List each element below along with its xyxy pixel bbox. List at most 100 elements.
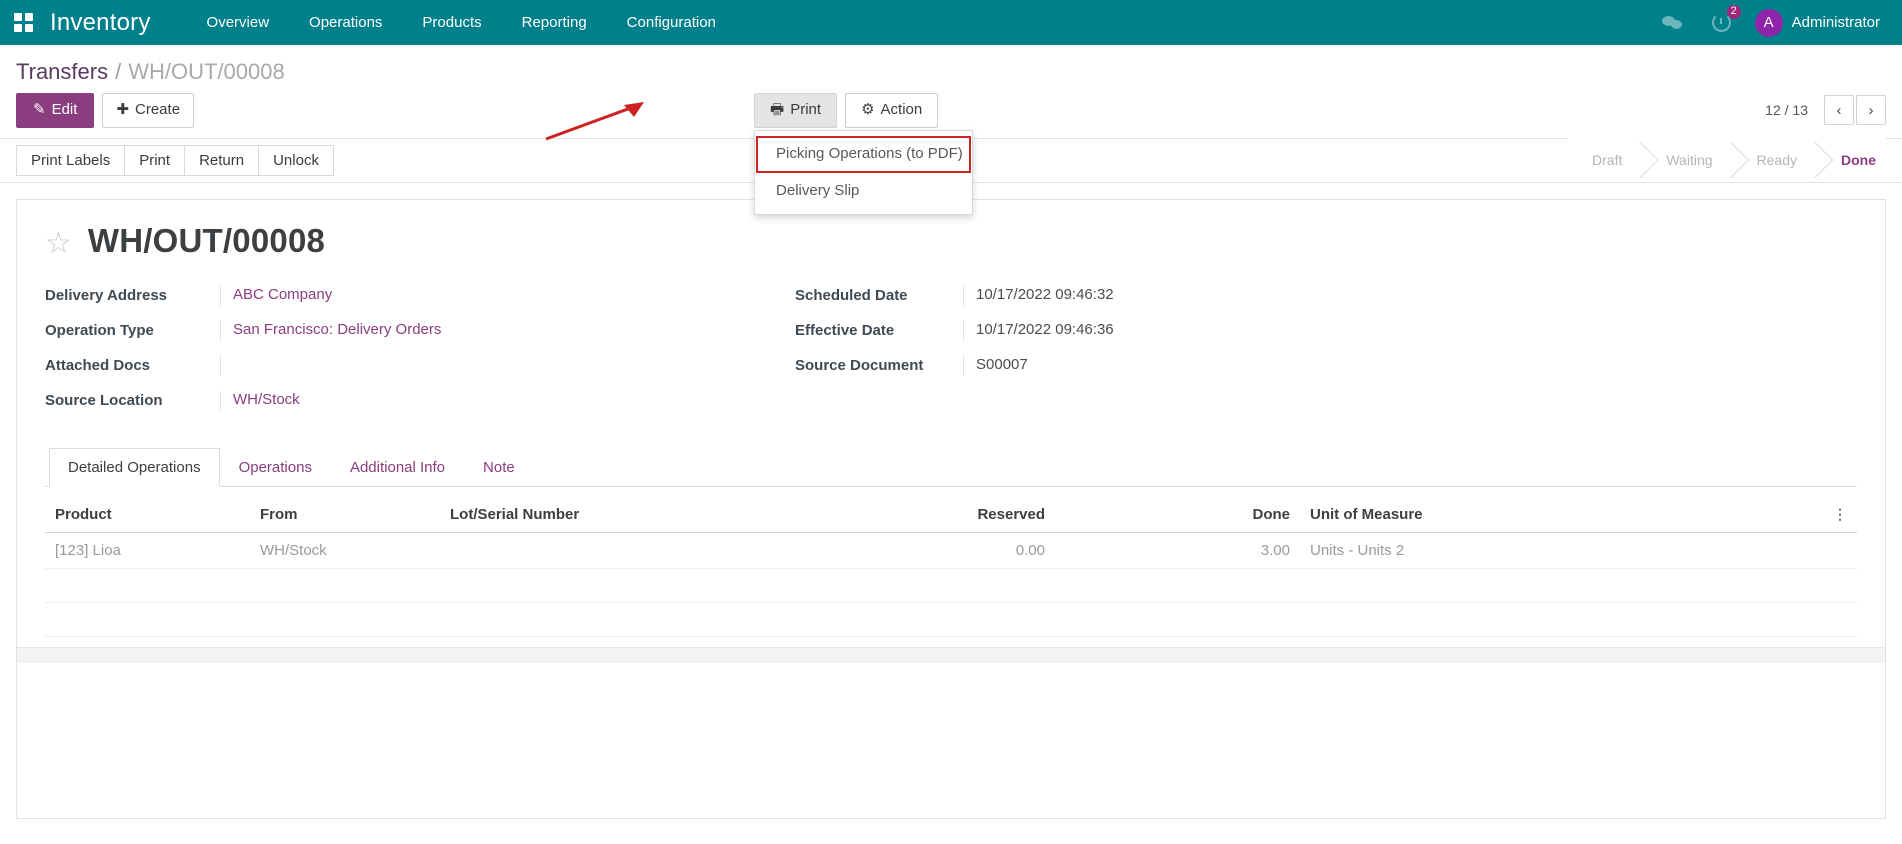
column-header-done[interactable]: Done (1055, 497, 1300, 533)
page-title: WH/OUT/00008 (88, 222, 325, 260)
avatar: A (1755, 9, 1783, 37)
menu-item-delivery-slip[interactable]: Delivery Slip (755, 174, 972, 209)
control-panel: Transfers / WH/OUT/00008 ✎ Edit ✚ Create 🖶… (0, 45, 1902, 139)
chat-bubble-icon (1662, 14, 1684, 32)
pager-next-button[interactable]: › (1856, 95, 1886, 125)
edit-button-label: Edit (52, 101, 78, 118)
menu-item-configuration[interactable]: Configuration (607, 0, 736, 45)
edit-button[interactable]: ✎ Edit (16, 93, 94, 128)
breadcrumb-separator: / (115, 59, 121, 85)
form-column-left: Delivery Address ABC Company Operation T… (45, 286, 795, 426)
menu-item-picking-operations-pdf[interactable]: Picking Operations (to PDF) (757, 137, 970, 172)
field-value-effective-date: 10/17/2022 09:46:36 (963, 321, 1857, 341)
tab-detailed-operations[interactable]: Detailed Operations (49, 448, 220, 487)
breadcrumb: Transfers / WH/OUT/00008 (0, 45, 1902, 85)
cell-lot-serial[interactable] (440, 532, 810, 568)
status-pipeline: Draft Waiting Ready Done (1568, 138, 1886, 182)
action-dropdown-button[interactable]: ⚙ Action (845, 93, 938, 128)
print-dropdown-menu: Picking Operations (to PDF) Delivery Sli… (754, 130, 973, 215)
field-source-location: Source Location WH/Stock (45, 391, 795, 411)
field-value-delivery-address[interactable]: ABC Company (220, 286, 795, 306)
return-button[interactable]: Return (184, 145, 258, 176)
column-header-from[interactable]: From (250, 497, 440, 533)
breadcrumb-root[interactable]: Transfers (16, 59, 108, 85)
field-label-scheduled-date: Scheduled Date (795, 286, 963, 304)
cell-uom[interactable]: Units - Units 2 (1300, 532, 1823, 568)
field-label-effective-date: Effective Date (795, 321, 963, 339)
tab-note[interactable]: Note (464, 448, 534, 487)
title-row: ☆ WH/OUT/00008 (45, 222, 1857, 260)
action-button-label: Action (881, 101, 923, 118)
create-button[interactable]: ✚ Create (102, 93, 194, 128)
field-value-source-location[interactable]: WH/Stock (220, 391, 795, 411)
main-menu: Overview Operations Products Reporting C… (187, 0, 736, 45)
form-fields: Delivery Address ABC Company Operation T… (45, 286, 1857, 426)
field-label-attached-docs: Attached Docs (45, 356, 220, 374)
annotation-arrow (540, 99, 650, 144)
form-column-right: Scheduled Date 10/17/2022 09:46:32 Effec… (795, 286, 1857, 426)
column-options-icon[interactable]: ⋮ (1823, 497, 1857, 533)
form-sheet: ☆ WH/OUT/00008 Delivery Address ABC Comp… (16, 199, 1886, 819)
cell-reserved[interactable]: 0.00 (810, 532, 1055, 568)
menu-item-overview[interactable]: Overview (187, 0, 290, 45)
table-body: [123] Lioa WH/Stock 0.00 3.00 Units - Un… (45, 532, 1857, 636)
activities-button[interactable]: 2 (1698, 0, 1745, 45)
table-empty-row (45, 568, 1857, 602)
pager-value: 12 / 13 (1765, 102, 1808, 118)
sheet-background: ☆ WH/OUT/00008 Delivery Address ABC Comp… (0, 183, 1902, 819)
field-value-attached-docs (220, 356, 795, 376)
sheet-footer-strip (17, 647, 1885, 663)
column-header-unit-of-measure[interactable]: Unit of Measure (1300, 497, 1823, 533)
print-action-group: 🖶Print ⚙Action Picking Operations (to PD… (754, 93, 938, 128)
print-dropdown-button[interactable]: 🖶Print (754, 93, 837, 128)
notebook: Detailed Operations Operations Additiona… (45, 448, 1857, 663)
breadcrumb-current: WH/OUT/00008 (128, 59, 285, 85)
table-empty-row (45, 602, 1857, 636)
tab-operations[interactable]: Operations (220, 448, 331, 487)
field-label-source-document: Source Document (795, 356, 963, 374)
unlock-button[interactable]: Unlock (258, 145, 334, 176)
menu-item-products[interactable]: Products (402, 0, 501, 45)
field-label-source-location: Source Location (45, 391, 220, 409)
menu-item-reporting[interactable]: Reporting (502, 0, 607, 45)
tab-additional-info[interactable]: Additional Info (331, 448, 464, 487)
menu-item-operations[interactable]: Operations (289, 0, 402, 45)
create-button-label: Create (135, 101, 180, 118)
cell-options (1823, 532, 1857, 568)
control-buttons-row: ✎Edit ✚Create 🖶Print ⚙Action Picking Ope… (0, 85, 1902, 138)
pager: 12 / 13 ‹ › (1765, 95, 1886, 125)
notebook-tabs: Detailed Operations Operations Additiona… (45, 448, 1857, 487)
cell-done[interactable]: 3.00 (1055, 532, 1300, 568)
field-value-scheduled-date: 10/17/2022 09:46:32 (963, 286, 1857, 306)
apps-grid-icon[interactable] (14, 13, 34, 33)
pager-previous-button[interactable]: ‹ (1824, 95, 1854, 125)
field-scheduled-date: Scheduled Date 10/17/2022 09:46:32 (795, 286, 1857, 306)
navbar-right: 2 A Administrator (1648, 0, 1880, 45)
cell-from[interactable]: WH/Stock (250, 532, 440, 568)
messages-button[interactable] (1648, 0, 1698, 45)
operations-table: Product From Lot/Serial Number Reserved … (45, 497, 1857, 637)
print-button[interactable]: Print (124, 145, 184, 176)
column-header-lot-serial-number[interactable]: Lot/Serial Number (440, 497, 810, 533)
top-navbar: Inventory Overview Operations Products R… (0, 0, 1902, 45)
star-outline-icon[interactable]: ☆ (45, 229, 72, 259)
plus-icon: ✚ (116, 101, 129, 120)
activity-count-badge: 2 (1727, 5, 1741, 19)
gear-icon: ⚙ (861, 101, 874, 120)
field-value-operation-type[interactable]: San Francisco: Delivery Orders (220, 321, 795, 341)
field-delivery-address: Delivery Address ABC Company (45, 286, 795, 306)
print-labels-button[interactable]: Print Labels (16, 145, 124, 176)
status-step-draft[interactable]: Draft (1568, 138, 1642, 182)
field-value-source-document: S00007 (963, 356, 1857, 376)
app-brand-inventory[interactable]: Inventory (50, 9, 151, 37)
field-operation-type: Operation Type San Francisco: Delivery O… (45, 321, 795, 341)
pencil-icon: ✎ (33, 101, 46, 120)
column-header-product[interactable]: Product (45, 497, 250, 533)
table-header: Product From Lot/Serial Number Reserved … (45, 497, 1857, 533)
status-bar-buttons: Print Labels Print Return Unlock (16, 145, 334, 176)
column-header-reserved[interactable]: Reserved (810, 497, 1055, 533)
table-row[interactable]: [123] Lioa WH/Stock 0.00 3.00 Units - Un… (45, 532, 1857, 568)
user-menu[interactable]: A Administrator (1745, 9, 1880, 37)
table-header-row: Product From Lot/Serial Number Reserved … (45, 497, 1857, 533)
cell-product[interactable]: [123] Lioa (45, 532, 250, 568)
